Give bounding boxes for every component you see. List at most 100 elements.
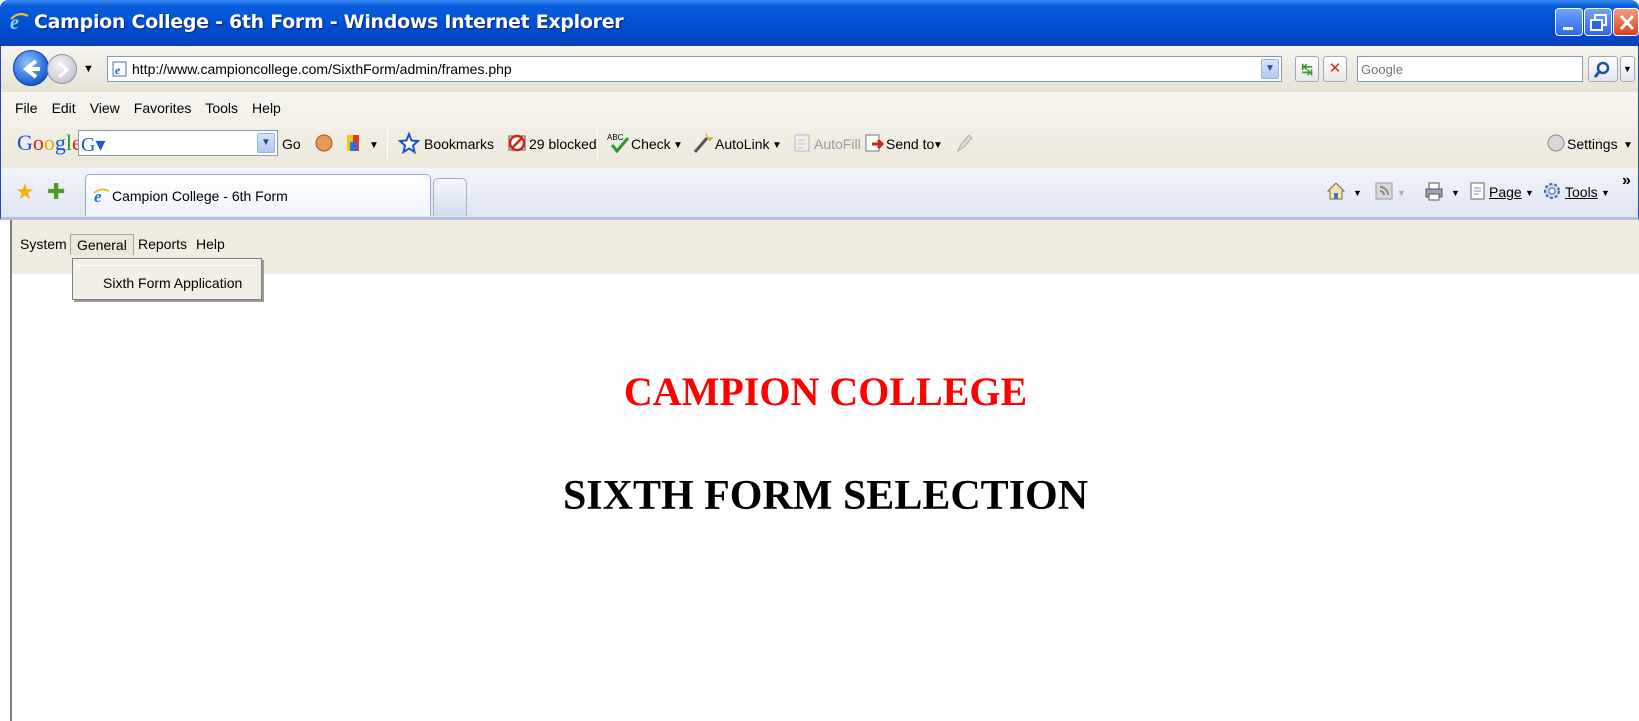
address-row: ▼ e ▼ ↹ ✕ ▼ [0, 46, 1639, 92]
bookmark-star-icon [398, 132, 420, 154]
spellcheck-icon: ABC [607, 133, 629, 154]
autolink-wand-icon [693, 133, 713, 153]
page-menu-icon [1470, 182, 1485, 200]
tools-gear-icon [1544, 183, 1560, 199]
dropdown-separator [76, 265, 258, 266]
settings-icon [1547, 134, 1565, 152]
highlighter-dropdown-icon[interactable]: ▼ [369, 140, 379, 151]
popup-blocker-count[interactable]: 29 blocked [529, 136, 597, 152]
menu-view[interactable]: View [90, 100, 120, 120]
google-search-box[interactable]: G▾ ▼ [78, 130, 278, 156]
add-favorite-icon[interactable]: ✚ [47, 179, 65, 205]
menu-tools[interactable]: Tools [205, 100, 238, 120]
favorites-center-icon[interactable]: ★ [15, 179, 35, 205]
autofill-icon [794, 134, 810, 152]
forward-arrow-icon [58, 61, 70, 79]
menu-item-sixth-form-application[interactable]: Sixth Form Application [103, 275, 242, 291]
ie-logo-icon: e [10, 12, 29, 33]
send-to-button[interactable]: Send to [886, 136, 934, 152]
autolink-button[interactable]: AutoLink [715, 136, 769, 152]
search-icon [1593, 61, 1610, 78]
app-menu-system[interactable]: System [14, 234, 73, 254]
page-menu-label: Page [1489, 184, 1522, 200]
minimize-icon [1563, 27, 1573, 30]
bookmarks-button[interactable]: Bookmarks [424, 136, 494, 152]
tools-dropdown-icon[interactable]: ▼ [1601, 188, 1610, 198]
menu-edit[interactable]: Edit [52, 100, 76, 120]
check-button[interactable]: Check [631, 136, 671, 152]
svg-text:e: e [115, 63, 121, 77]
title-bar: e Campion College - 6th Form - Windows I… [0, 0, 1639, 46]
app-menu-help[interactable]: Help [190, 234, 231, 254]
back-arrow-icon [22, 59, 40, 79]
search-options-dropdown[interactable]: ▼ [1620, 56, 1635, 82]
stop-icon: ✕ [1328, 60, 1342, 77]
menu-favorites[interactable]: Favorites [134, 100, 192, 120]
refresh-button[interactable]: ↹ [1295, 56, 1319, 82]
menu-help[interactable]: Help [252, 100, 281, 120]
pencil-icon[interactable] [953, 132, 975, 154]
google-go-button[interactable]: Go [282, 136, 301, 152]
address-bar[interactable]: e ▼ [107, 56, 1282, 82]
window-title: Campion College - 6th Form - Windows Int… [34, 11, 624, 33]
svg-text:ABC: ABC [607, 133, 624, 142]
settings-dropdown-icon[interactable]: ▼ [1623, 140, 1633, 151]
tab-row: ★ ✚ e Campion College - 6th Form ▼ ▼ ▼ P… [0, 168, 1639, 220]
menu-file[interactable]: File [15, 100, 38, 120]
minimize-button[interactable] [1555, 8, 1583, 36]
app-menu-general[interactable]: General [70, 234, 134, 255]
home-icon[interactable] [1325, 180, 1347, 202]
autolink-dropdown-icon[interactable]: ▼ [772, 140, 782, 151]
search-box[interactable] [1357, 56, 1583, 82]
pagerank-icon[interactable] [313, 132, 335, 154]
ie-page-icon: e [93, 187, 110, 205]
menu-bar: File Edit View Favorites Tools Help [15, 100, 295, 120]
print-dropdown-icon[interactable]: ▼ [1451, 188, 1460, 198]
general-dropdown-menu: Sixth Form Application [72, 258, 262, 300]
toolbar-separator [387, 130, 388, 160]
close-icon [1619, 14, 1635, 31]
toolbar-separator [597, 130, 598, 160]
back-button[interactable] [13, 50, 49, 86]
feeds-dropdown-icon[interactable]: ▼ [1397, 188, 1406, 198]
page-content: System General Reports Help Sixth Form A… [10, 220, 1639, 721]
toolbar-area: File Edit View Favorites Tools Help Goog… [0, 92, 1639, 168]
google-logo[interactable]: Google [17, 130, 82, 156]
google-toolbar: Google G▾ ▼ Go ▼ Bookmarks 29 blocked AB… [1, 126, 1638, 166]
selection-heading: SIXTH FORM SELECTION [562, 473, 1089, 519]
college-heading: CAMPION COLLEGE [623, 369, 1028, 414]
refresh-icon: ↹ [1301, 61, 1313, 77]
google-g-icon[interactable]: G▾ [81, 132, 105, 157]
tools-menu-button[interactable]: Tools [1565, 184, 1598, 200]
home-dropdown-icon[interactable]: ▼ [1353, 188, 1362, 198]
print-icon[interactable] [1423, 180, 1445, 202]
new-tab-button[interactable] [433, 178, 467, 216]
toolbar-overflow-icon[interactable]: » [1622, 172, 1631, 190]
page-menu-button[interactable]: Page [1489, 184, 1522, 200]
autofill-button[interactable]: AutoFill [814, 136, 861, 152]
page-icon: e [112, 61, 127, 77]
google-search-dropdown-icon[interactable]: ▼ [257, 133, 275, 153]
stop-button[interactable]: ✕ [1323, 56, 1347, 82]
history-dropdown-icon[interactable]: ▼ [83, 63, 94, 75]
restore-icon [1590, 14, 1607, 31]
forward-button[interactable] [47, 54, 77, 84]
popup-blocker-icon [508, 134, 526, 152]
url-input[interactable] [132, 59, 1252, 79]
tab-label: Campion College - 6th Form [112, 188, 288, 204]
send-to-icon [865, 134, 885, 152]
search-input[interactable] [1361, 58, 1581, 80]
highlighter-icon[interactable] [343, 132, 365, 154]
close-button[interactable] [1613, 8, 1639, 36]
feeds-icon[interactable] [1375, 182, 1393, 200]
tab-campion-college[interactable]: e Campion College - 6th Form [85, 174, 431, 216]
page-dropdown-icon[interactable]: ▼ [1525, 188, 1534, 198]
send-to-dropdown-icon[interactable]: ▼ [933, 140, 943, 151]
tools-menu-label: Tools [1565, 184, 1598, 200]
search-button[interactable] [1588, 56, 1618, 82]
url-dropdown-icon[interactable]: ▼ [1261, 59, 1279, 79]
app-menu-reports[interactable]: Reports [132, 234, 193, 254]
settings-button[interactable]: Settings [1567, 136, 1618, 152]
restore-button[interactable] [1584, 8, 1612, 36]
check-dropdown-icon[interactable]: ▼ [673, 140, 683, 151]
